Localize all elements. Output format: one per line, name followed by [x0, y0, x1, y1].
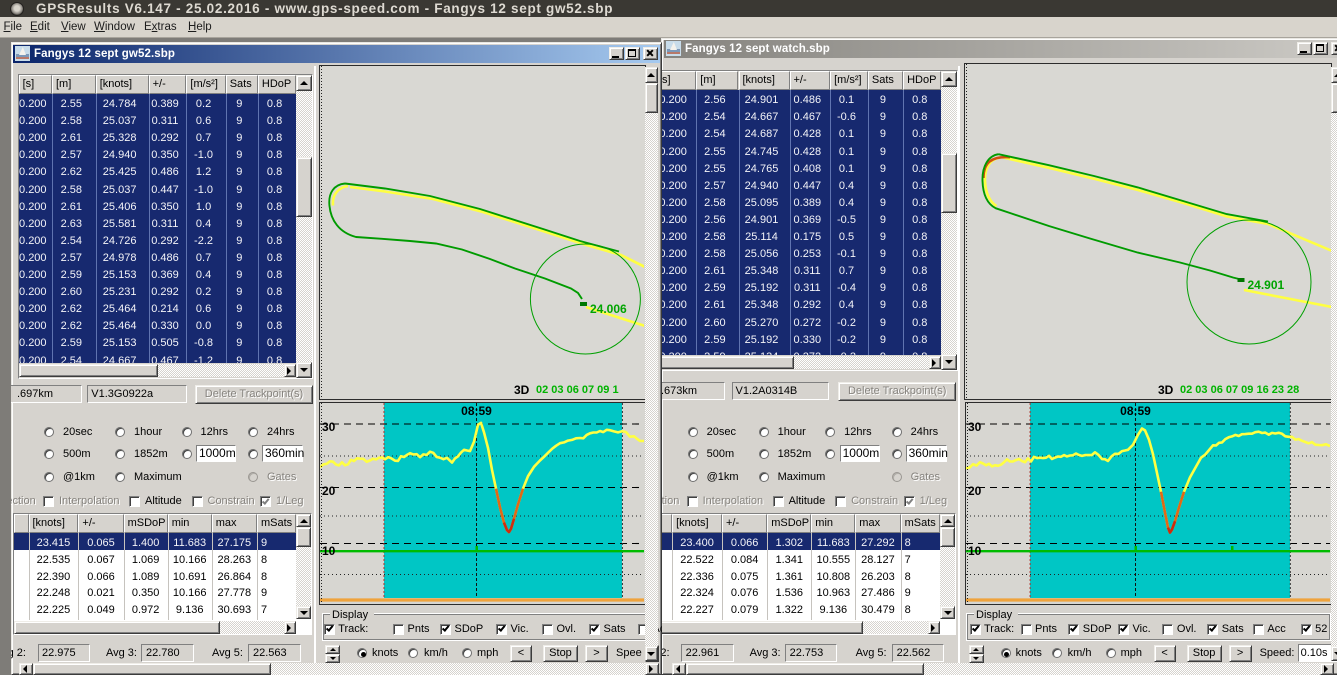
svg-text:24.901: 24.901	[1248, 278, 1285, 292]
svg-text:24.006: 24.006	[590, 302, 627, 316]
